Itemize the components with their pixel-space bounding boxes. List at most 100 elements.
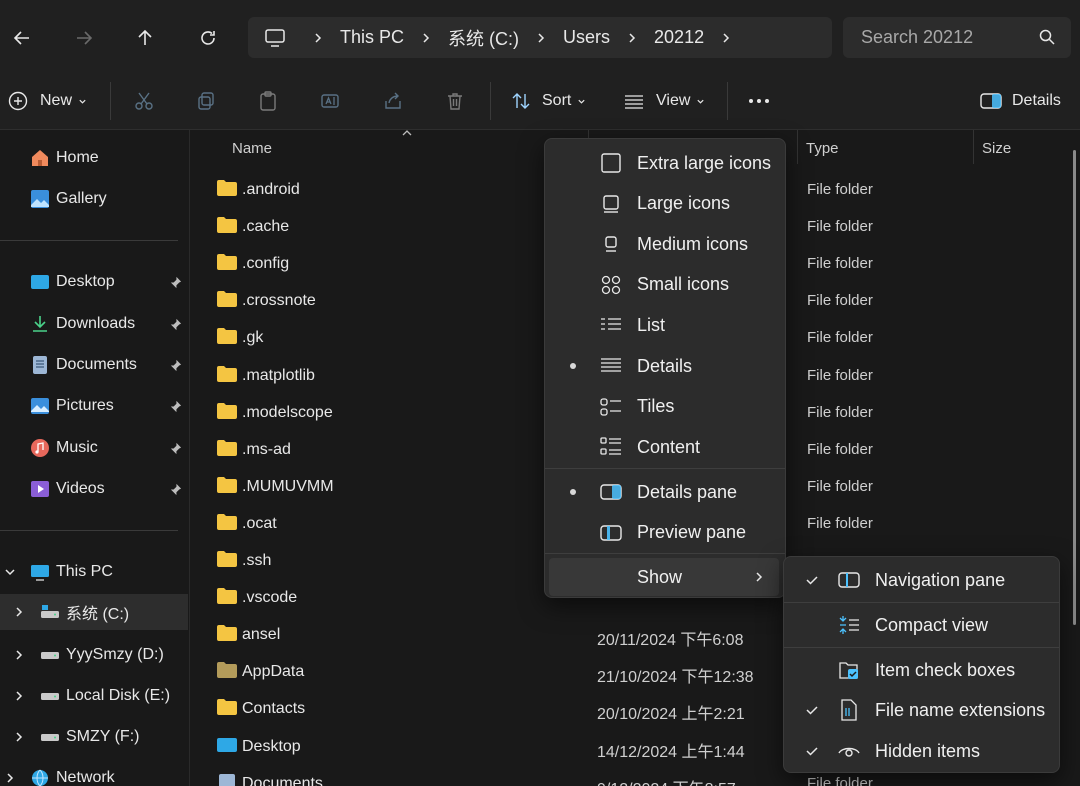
address-bar[interactable]: This PC 系统 (C:) Users 20212 — [248, 17, 832, 58]
toolbar-divider — [110, 82, 111, 120]
menu-item-details-pane[interactable]: Details pane — [549, 473, 781, 511]
sidebar-item-f-drive[interactable]: SMZY (F:) — [0, 719, 188, 755]
menu-item-list[interactable]: List — [549, 306, 781, 344]
menu-item-compact-view[interactable]: Compact view — [788, 606, 1055, 644]
chevron-right-icon[interactable] — [4, 772, 16, 784]
checkmark-icon — [806, 706, 818, 715]
arrow-left-icon — [13, 31, 29, 45]
column-divider[interactable] — [973, 130, 974, 164]
chevron-right-icon[interactable] — [13, 690, 25, 702]
chevron-right-icon[interactable] — [720, 32, 732, 44]
vertical-scrollbar[interactable] — [1073, 150, 1076, 625]
file-name: .modelscope — [242, 403, 333, 421]
sort-button[interactable]: Sort — [511, 84, 586, 118]
menu-item-label: Details pane — [637, 481, 738, 502]
file-name: Contacts — [242, 700, 306, 718]
pin-icon[interactable] — [169, 318, 182, 331]
menu-divider — [784, 647, 1059, 648]
sidebar-item-videos[interactable]: Videos — [0, 471, 188, 507]
more-options-button[interactable] — [748, 84, 770, 118]
column-header-size[interactable]: Size — [982, 130, 1011, 166]
column-header-type[interactable]: Type — [806, 130, 839, 166]
videos-icon — [31, 481, 49, 497]
sidebar-item-music[interactable]: Music — [0, 430, 188, 466]
menu-item-navigation-pane[interactable]: Navigation pane — [788, 561, 1055, 599]
breadcrumb-c-drive[interactable]: 系统 (C:) — [448, 25, 519, 51]
pin-icon[interactable] — [169, 483, 182, 496]
chevron-right-icon[interactable] — [13, 606, 25, 618]
up-button[interactable] — [125, 18, 165, 58]
chevron-right-icon — [315, 32, 322, 43]
sidebar-item-label: 系统 (C:) — [66, 606, 130, 623]
paste-button[interactable] — [258, 84, 278, 118]
file-date-modified: 20/10/2024 上午2:21 — [597, 706, 745, 724]
chevron-right-icon[interactable] — [13, 649, 25, 661]
large-icons-icon — [603, 194, 619, 213]
sidebar-item-c-drive[interactable]: 系统 (C:) — [0, 594, 188, 630]
copy-button[interactable] — [196, 84, 216, 118]
menu-item-label: Hidden items — [875, 740, 981, 761]
menu-divider — [784, 602, 1059, 603]
pin-icon[interactable] — [169, 400, 182, 413]
search-input[interactable]: Search 20212 — [843, 17, 1071, 58]
menu-item-details[interactable]: Details — [549, 347, 781, 385]
sidebar-item-desktop[interactable]: Desktop — [0, 264, 188, 300]
details-pane-button[interactable]: Details — [980, 84, 1061, 118]
file-type: File folder — [807, 218, 873, 236]
sidebar-item-e-drive[interactable]: Local Disk (E:) — [0, 678, 188, 714]
file-name-extensions-icon — [841, 699, 857, 721]
menu-item-show[interactable]: Show — [549, 558, 779, 596]
extra-large-icons-icon — [601, 153, 621, 173]
forward-button[interactable] — [64, 18, 104, 58]
pin-icon[interactable] — [169, 359, 182, 372]
menu-item-label: Show — [637, 566, 683, 587]
sidebar-item-this-pc[interactable]: This PC — [0, 554, 188, 590]
menu-item-medium-icons[interactable]: Medium icons — [549, 225, 781, 263]
menu-item-tiles[interactable]: Tiles — [549, 388, 781, 426]
sidebar-item-label: Desktop — [56, 273, 115, 290]
chevron-down-icon[interactable] — [4, 566, 16, 578]
menu-item-hidden-items[interactable]: Hidden items — [788, 732, 1055, 770]
menu-item-preview-pane[interactable]: Preview pane — [549, 514, 781, 552]
menu-item-item-check-boxes[interactable]: Item check boxes — [788, 651, 1055, 689]
file-date-modified: 21/10/2024 下午12:38 — [597, 669, 754, 687]
menu-item-small-icons[interactable]: Small icons — [549, 266, 781, 304]
medium-icons-icon — [605, 236, 617, 252]
sidebar-item-network[interactable]: Network — [0, 760, 188, 786]
rename-button[interactable] — [320, 84, 340, 118]
delete-button[interactable] — [445, 84, 465, 118]
menu-item-content[interactable]: Content — [549, 428, 781, 466]
back-button[interactable] — [2, 18, 42, 58]
pin-icon[interactable] — [169, 442, 182, 455]
share-button[interactable] — [383, 84, 403, 118]
sidebar-item-d-drive[interactable]: YyySmzy (D:) — [0, 637, 188, 673]
folder-icon — [217, 662, 237, 679]
sidebar-item-label: Gallery — [56, 190, 107, 207]
menu-item-extra-large-icons[interactable]: Extra large icons — [549, 144, 781, 182]
sidebar-item-pictures[interactable]: Pictures — [0, 388, 188, 424]
column-divider[interactable] — [797, 130, 798, 164]
sidebar-item-documents[interactable]: Documents — [0, 347, 188, 383]
breadcrumb-this-pc[interactable]: This PC — [340, 27, 404, 48]
new-button[interactable]: New — [8, 84, 87, 118]
menu-divider — [545, 468, 785, 469]
breadcrumb-users[interactable]: Users — [563, 27, 610, 48]
pin-icon[interactable] — [169, 276, 182, 289]
menu-item-label: Medium icons — [637, 233, 749, 254]
sidebar-item-home[interactable]: Home — [0, 140, 188, 176]
sort-ascending-icon — [402, 130, 412, 136]
sidebar-item-label: Network — [56, 769, 115, 786]
view-lines-icon — [625, 95, 643, 109]
sidebar-item-gallery[interactable]: Gallery — [0, 181, 188, 217]
menu-item-large-icons[interactable]: Large icons — [549, 185, 781, 223]
file-type: File folder — [807, 292, 873, 310]
column-header-name[interactable]: Name — [232, 130, 272, 166]
menu-item-label: Navigation pane — [875, 569, 1006, 590]
chevron-right-icon[interactable] — [13, 731, 25, 743]
sidebar-item-downloads[interactable]: Downloads — [0, 306, 188, 342]
refresh-button[interactable] — [188, 18, 228, 58]
menu-item-file-name-extensions[interactable]: File name extensions — [788, 691, 1055, 729]
view-button[interactable]: View — [624, 84, 705, 118]
breadcrumb-user-folder[interactable]: 20212 — [654, 27, 704, 48]
cut-button[interactable] — [134, 84, 154, 118]
